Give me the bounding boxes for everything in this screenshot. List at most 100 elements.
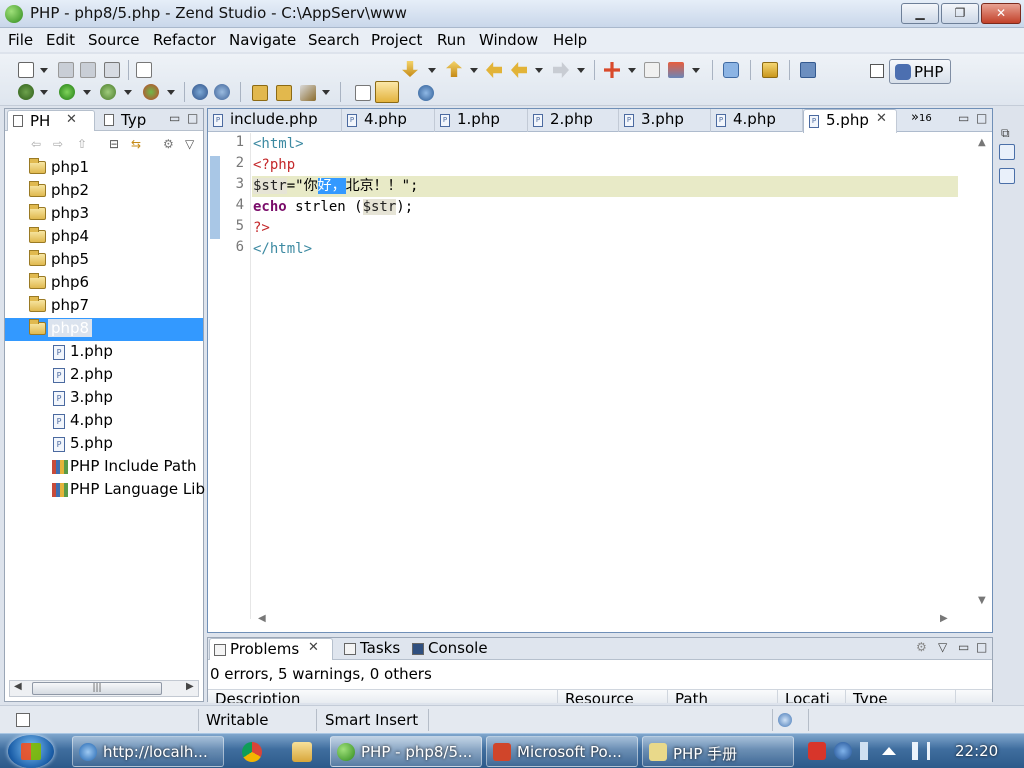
tree-project[interactable]: php3 — [5, 203, 203, 226]
forward-arrow-icon[interactable]: ⇨ — [53, 138, 67, 150]
tray-menu-icon[interactable] — [860, 742, 868, 760]
pinned-chrome[interactable] — [230, 736, 274, 767]
browser-icon[interactable] — [418, 85, 434, 101]
input-method-icon[interactable] — [808, 742, 826, 760]
run-dropdown-icon[interactable] — [83, 90, 91, 95]
task-powerpoint[interactable]: Microsoft Po... — [486, 736, 638, 767]
maximize-view-icon[interactable]: □ — [187, 111, 198, 125]
scroll-right-icon[interactable]: ▶ — [186, 681, 194, 692]
next-annotation-dropdown-icon[interactable] — [428, 68, 436, 73]
up-icon[interactable]: ⇧ — [77, 138, 91, 150]
tab-overflow-button[interactable]: »16 — [911, 110, 932, 125]
tree-project[interactable]: php1 — [5, 157, 203, 180]
restore-icon[interactable]: ⧉ — [1001, 126, 1010, 141]
last-edit-location-icon[interactable] — [486, 62, 502, 78]
sync-icon[interactable] — [723, 62, 739, 78]
tree-file[interactable]: P 2.php — [5, 364, 203, 387]
open-project-icon[interactable] — [276, 85, 292, 101]
profile-icon[interactable] — [100, 84, 116, 100]
menu-edit[interactable]: Edit — [46, 31, 75, 49]
task-php-manual[interactable]: PHP 手册 — [642, 736, 794, 767]
tree-project[interactable]: php7 — [5, 295, 203, 318]
debug-dropdown-icon[interactable] — [40, 90, 48, 95]
tab-tasks[interactable]: Tasks — [340, 638, 406, 660]
toggle-mark-occurrences-icon[interactable] — [375, 81, 399, 103]
tab-4-php[interactable]: P 4.php — [342, 109, 435, 132]
menu-refactor[interactable]: Refactor — [153, 31, 216, 49]
update-icon[interactable] — [778, 713, 792, 727]
tab-3-php[interactable]: P 3.php — [619, 109, 711, 132]
start-button[interactable] — [8, 735, 54, 768]
tab-5-php[interactable]: P 5.php ✕ — [803, 109, 897, 133]
open-perspective-icon[interactable] — [870, 64, 884, 78]
run-external-dropdown-icon[interactable] — [167, 90, 175, 95]
fast-view-icon[interactable] — [16, 713, 30, 727]
forward-dropdown-icon[interactable] — [577, 68, 585, 73]
system-clock[interactable]: 22:20 — [955, 742, 998, 760]
tab-1-php[interactable]: P 1.php — [435, 109, 528, 132]
tab-console[interactable]: Console — [408, 638, 494, 660]
new-file-icon[interactable] — [18, 62, 34, 78]
forward-icon[interactable] — [553, 62, 569, 78]
back-icon[interactable] — [511, 62, 527, 78]
task-browser[interactable]: http://localh... — [72, 736, 224, 767]
code-area[interactable]: <html> <?php $str="你好，北京！！"; echo strlen… — [252, 133, 958, 619]
save-icon[interactable] — [58, 62, 74, 78]
link-with-editor-icon[interactable]: ⇆ — [131, 138, 145, 150]
volume-icon[interactable] — [912, 742, 930, 760]
tree-file[interactable]: P 1.php — [5, 341, 203, 364]
tree-project[interactable]: php6 — [5, 272, 203, 295]
wand-icon[interactable] — [300, 85, 316, 101]
debug-icon[interactable] — [18, 84, 34, 100]
menu-run[interactable]: Run — [437, 31, 466, 49]
menu-help[interactable]: Help — [553, 31, 587, 49]
tree-project-selected[interactable]: php8 — [5, 318, 203, 341]
back-dropdown-icon[interactable] — [535, 68, 543, 73]
editor-vertical-scrollbar[interactable]: ▲ ▼ — [975, 133, 992, 608]
editor-horizontal-scrollbar[interactable]: ◀ ▶ — [252, 611, 952, 629]
back-arrow-icon[interactable]: ⇦ — [31, 138, 45, 150]
external-tools-icon[interactable] — [668, 62, 684, 78]
tab-problems[interactable]: Problems ✕ — [209, 638, 333, 660]
close-tab-icon[interactable]: ✕ — [876, 111, 887, 126]
filter-icon[interactable]: ⚙ — [916, 640, 927, 654]
pinned-explorer[interactable] — [280, 736, 324, 767]
scroll-left-icon[interactable]: ◀ — [14, 681, 22, 692]
save-all-icon[interactable] — [80, 62, 96, 78]
run-external-icon[interactable] — [143, 84, 159, 100]
minimize-editor-icon[interactable]: ▭ — [958, 111, 969, 125]
show-hidden-icons-icon[interactable] — [882, 747, 896, 755]
tab-php-explorer[interactable]: PH ✕ — [7, 110, 95, 131]
php-script-icon[interactable] — [214, 84, 230, 100]
previous-annotation-dropdown-icon[interactable] — [470, 68, 478, 73]
view-menu-icon[interactable]: ⚙ — [163, 138, 177, 150]
menu-project[interactable]: Project — [371, 31, 422, 49]
tab-type-hierarchy[interactable]: Typ — [101, 110, 159, 131]
open-type-icon[interactable] — [762, 62, 778, 78]
tree-file[interactable]: P 4.php — [5, 410, 203, 433]
maximize-view-icon[interactable]: □ — [976, 640, 987, 654]
php-perspective-button[interactable]: PHP — [889, 59, 951, 84]
external-tools-dropdown-icon[interactable] — [692, 68, 700, 73]
tree-library[interactable]: PHP Language Lib — [5, 479, 205, 502]
minimize-view-icon[interactable]: ▭ — [169, 111, 180, 125]
pin-dropdown-icon[interactable] — [628, 68, 636, 73]
run-icon[interactable] — [59, 84, 75, 100]
minimize-view-icon[interactable]: ▭ — [958, 640, 969, 654]
maximize-editor-icon[interactable]: □ — [976, 111, 987, 125]
tab-4-php-second[interactable]: P 4.php — [711, 109, 803, 132]
column-resource[interactable]: Resource — [558, 690, 668, 703]
previous-annotation-icon[interactable] — [446, 61, 462, 77]
menu-navigate[interactable]: Navigate — [229, 31, 296, 49]
tree-project[interactable]: php5 — [5, 249, 203, 272]
tree-file[interactable]: P 3.php — [5, 387, 203, 410]
column-type[interactable]: Type — [846, 690, 956, 703]
maximize-button[interactable]: ❐ — [941, 3, 979, 24]
close-tab-icon[interactable]: ✕ — [66, 112, 77, 127]
tree-project[interactable]: php4 — [5, 226, 203, 249]
open-folder-icon[interactable] — [252, 85, 268, 101]
view-menu-chevron-icon[interactable]: ▽ — [938, 640, 947, 654]
profile-dropdown-icon[interactable] — [124, 90, 132, 95]
scroll-down-icon[interactable]: ▼ — [978, 595, 986, 606]
close-tab-icon[interactable]: ✕ — [308, 640, 319, 655]
